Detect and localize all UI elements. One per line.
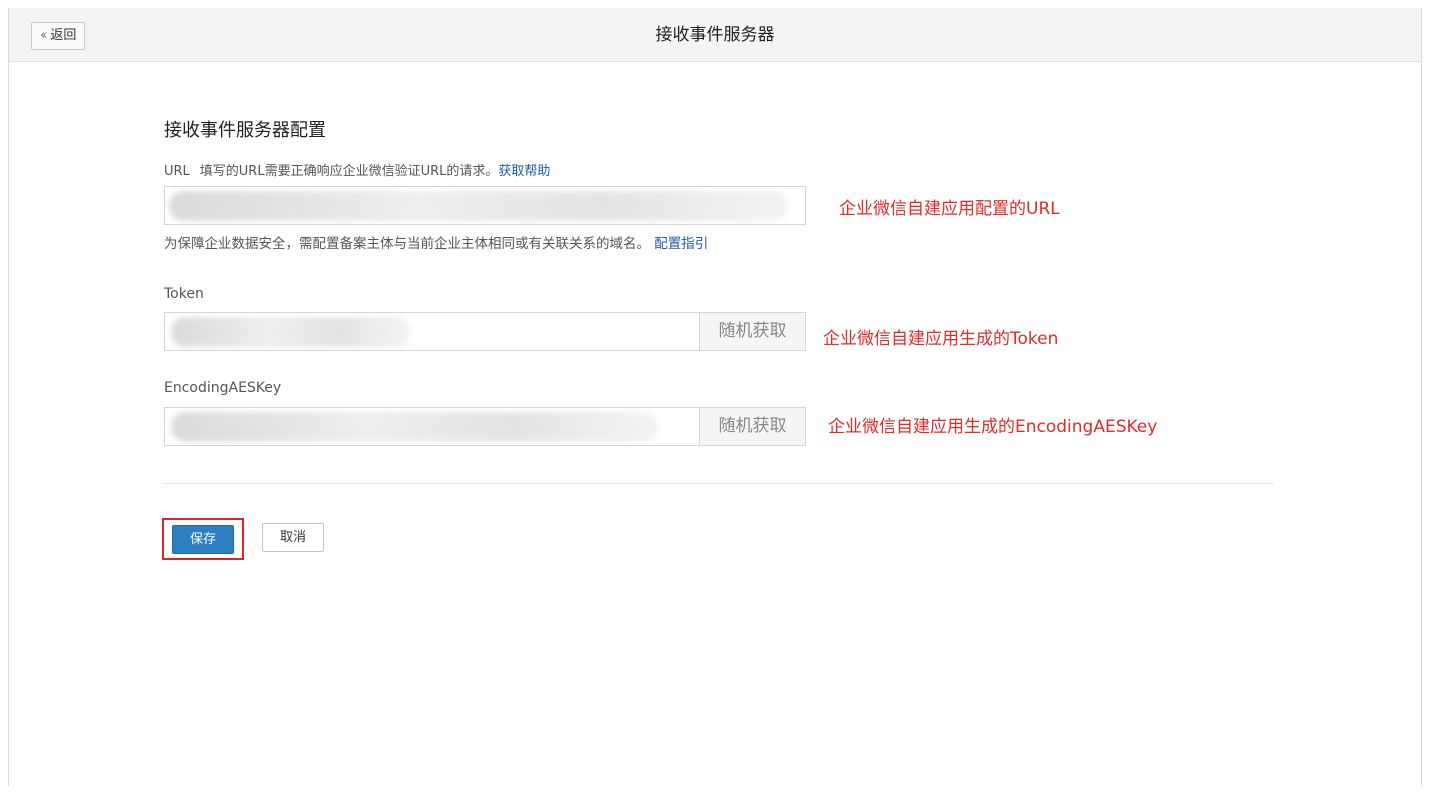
url-help-link[interactable]: 获取帮助 <box>498 164 550 179</box>
config-guide-link[interactable]: 配置指引 <box>654 236 708 252</box>
aes-key-annotation: 企业微信自建应用生成的EncodingAESKey <box>828 417 1158 437</box>
aes-key-random-button[interactable]: 随机获取 <box>699 408 805 445</box>
url-hint-text: 为保障企业数据安全，需配置备案主体与当前企业主体相同或有关联关系的域名。 <box>164 236 650 252</box>
aes-key-input[interactable]: 随机获取 <box>164 407 806 446</box>
save-button-highlight: 保存 <box>162 518 244 560</box>
cancel-button[interactable]: 取消 <box>262 523 324 552</box>
token-random-button[interactable]: 随机获取 <box>699 313 805 350</box>
redacted-token-value <box>171 317 411 347</box>
top-bar: ‹‹ 返回 接收事件服务器 <box>9 8 1421 62</box>
token-label: Token <box>164 286 204 302</box>
redacted-url-value <box>169 191 789 221</box>
app-frame: ‹‹ 返回 接收事件服务器 接收事件服务器配置 URL 填写的URL需要正确响应企… <box>8 8 1422 786</box>
page-title: 接收事件服务器 <box>655 25 775 45</box>
url-annotation: 企业微信自建应用配置的URL <box>839 199 1060 219</box>
token-input[interactable]: 随机获取 <box>164 312 806 351</box>
section-title: 接收事件服务器配置 <box>164 120 326 141</box>
url-input[interactable] <box>164 186 806 225</box>
url-description: 填写的URL需要正确响应企业微信验证URL的请求。 <box>199 164 499 179</box>
url-label-row: URL 填写的URL需要正确响应企业微信验证URL的请求。获取帮助 <box>164 160 550 179</box>
url-label: URL <box>164 164 190 179</box>
save-button[interactable]: 保存 <box>172 525 234 554</box>
aes-key-label: EncodingAESKey <box>164 380 282 396</box>
url-hint: 为保障企业数据安全，需配置备案主体与当前企业主体相同或有关联关系的域名。 配置指… <box>164 232 708 252</box>
token-annotation: 企业微信自建应用生成的Token <box>823 329 1059 349</box>
redacted-aes-key-value <box>171 412 659 442</box>
form-divider <box>164 483 1274 484</box>
